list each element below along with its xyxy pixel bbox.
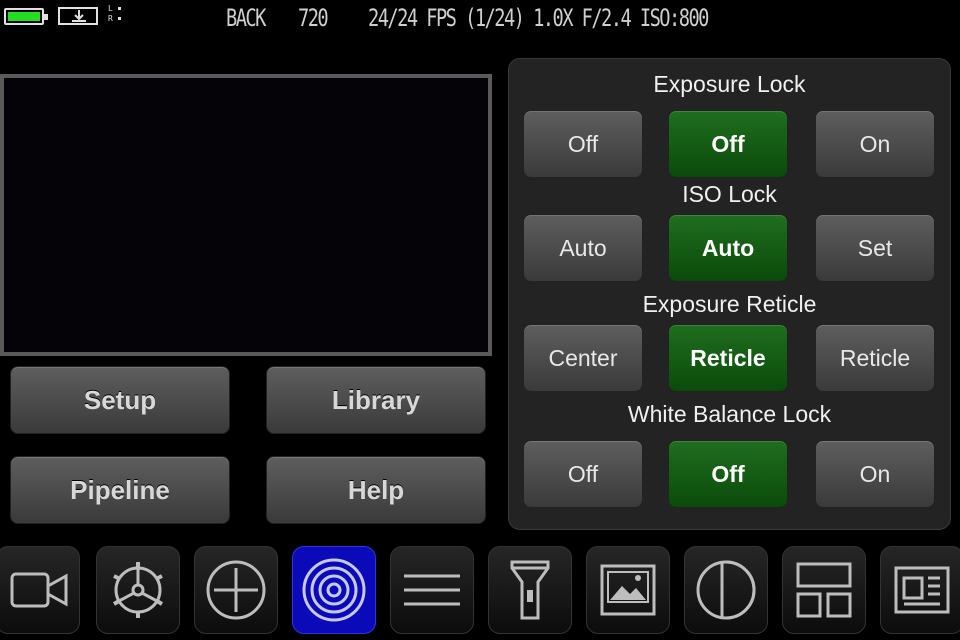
lock-settings-button[interactable] [292, 546, 376, 634]
exposure-lock-option-2[interactable]: Off [668, 110, 788, 178]
exposure-reticle-option-2[interactable]: Reticle [668, 324, 788, 392]
overlay-button[interactable] [880, 546, 960, 634]
iso-lock-option-1[interactable]: Auto [523, 214, 643, 282]
newspaper-icon [894, 566, 950, 614]
exposure-reticle-option-3[interactable]: Reticle [815, 324, 935, 392]
flashlight-icon [510, 560, 550, 620]
exposure-reticle-title: Exposure Reticle [642, 291, 817, 317]
exposure-lock-option-1[interactable]: Off [523, 110, 643, 178]
white-balance-lock-option-1[interactable]: Off [523, 440, 643, 508]
target-icon [302, 558, 366, 622]
iso-lock-option-2[interactable]: Auto [668, 214, 788, 282]
menu-button[interactable] [390, 546, 474, 634]
gallery-button[interactable] [586, 546, 670, 634]
iso-lock-option-3[interactable]: Set [815, 214, 935, 282]
torch-button[interactable] [488, 546, 572, 634]
menu-lines-icon [404, 574, 460, 606]
video-camera-icon [10, 572, 68, 608]
resolution-label: 720 [298, 4, 329, 32]
white-balance-lock-option-2[interactable]: Off [668, 440, 788, 508]
right-channel-label: R [108, 14, 113, 23]
settings-button[interactable] [96, 546, 180, 634]
exposure-lock-title: Exposure Lock [653, 71, 806, 97]
settings-wheel-icon [112, 562, 164, 618]
exposure-reticle-option-1[interactable]: Center [523, 324, 643, 392]
add-button[interactable] [194, 546, 278, 634]
crosshair-icon [206, 560, 266, 620]
layout-button[interactable] [782, 546, 866, 634]
storage-download-icon [58, 7, 98, 25]
layout-icon [796, 562, 852, 618]
contrast-button[interactable] [684, 546, 768, 634]
white-balance-lock-option-3[interactable]: On [815, 440, 935, 508]
camera-label: BACK [226, 4, 266, 32]
left-channel-label: L [108, 4, 113, 13]
camera-preview[interactable] [0, 74, 492, 356]
audio-level-meter: L R [108, 4, 128, 28]
help-button[interactable]: Help [266, 456, 486, 524]
status-bar: L R BACK 720 24/24 FPS (1/24) 1.0X F/2.4… [0, 0, 960, 34]
exposure-lock-option-3[interactable]: On [815, 110, 935, 178]
setup-button[interactable]: Setup [10, 366, 230, 434]
library-button[interactable]: Library [266, 366, 486, 434]
contrast-icon [696, 560, 756, 620]
iso-lock-title: ISO Lock [682, 181, 777, 207]
video-mode-button[interactable] [0, 546, 80, 634]
pipeline-button[interactable]: Pipeline [10, 456, 230, 524]
image-icon [600, 564, 656, 616]
white-balance-lock-title: White Balance Lock [627, 401, 832, 427]
battery-icon [4, 8, 48, 25]
frame-info-label: 24/24 FPS (1/24) 1.0X F/2.4 ISO:800 [368, 4, 709, 32]
